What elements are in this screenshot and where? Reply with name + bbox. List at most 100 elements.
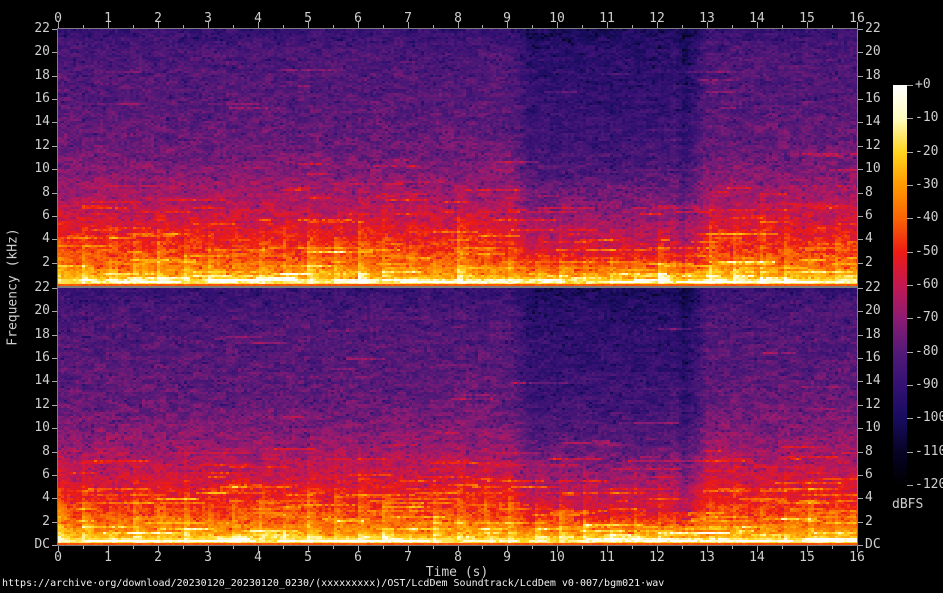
colorbar-tick-label: -60	[915, 277, 939, 292]
y-tick-label-right: 6	[865, 467, 873, 482]
x-axis-minor-tick	[433, 25, 434, 28]
y-axis-tick-left	[52, 216, 57, 217]
x-axis-minor-tick	[582, 25, 583, 28]
x-axis-minor-tick	[133, 25, 134, 28]
x-axis-minor-tick	[333, 25, 334, 28]
x-tick-label: 8	[454, 550, 462, 565]
spectrogram-canvas-left-channel	[58, 29, 857, 286]
colorbar-tick	[907, 152, 913, 153]
x-axis-minor-tick	[782, 546, 783, 549]
colorbar-tick	[907, 185, 913, 186]
spectrogram-canvas-right-channel	[58, 288, 857, 545]
colorbar-tick-label: -110	[915, 444, 943, 459]
y-axis-tick-left	[52, 29, 57, 30]
y-tick-label-left: 16	[34, 350, 50, 365]
y-axis-tick-left	[52, 475, 57, 476]
y-axis-tick-right	[858, 311, 863, 312]
x-axis-minor-tick	[832, 546, 833, 549]
y-tick-label-right: 12	[865, 138, 881, 153]
y-tick-label-right: 22	[865, 280, 881, 295]
y-tick-label-right: 22	[865, 21, 881, 36]
y-tick-label-right: 12	[865, 397, 881, 412]
x-tick-label: 7	[404, 11, 412, 26]
colorbar-tick	[907, 85, 913, 86]
colorbar-tick	[907, 118, 913, 119]
y-axis-tick-right	[858, 76, 863, 77]
x-tick-label: 1	[104, 11, 112, 26]
x-tick-label: 5	[304, 11, 312, 26]
x-axis-minor-tick	[233, 546, 234, 549]
colorbar-tick-label: -20	[915, 144, 939, 159]
x-tick-label: 15	[799, 550, 815, 565]
x-axis-minor-tick	[732, 546, 733, 549]
y-axis-tick-right	[858, 193, 863, 194]
y-tick-label-right: 18	[865, 327, 881, 342]
y-tick-label-right: 16	[865, 91, 881, 106]
colorbar-tick-label: -80	[915, 344, 939, 359]
y-axis-tick-left	[52, 335, 57, 336]
x-tick-label: 8	[454, 11, 462, 26]
y-axis-tick-right	[858, 522, 863, 523]
y-axis-tick-right	[858, 381, 863, 382]
y-axis-tick-left	[52, 311, 57, 312]
y-axis-tick-right	[858, 405, 863, 406]
x-tick-label: 9	[503, 550, 511, 565]
colorbar-tick-label: +0	[915, 77, 931, 92]
x-axis-minor-tick	[283, 546, 284, 549]
x-tick-label: 2	[154, 11, 162, 26]
y-axis-tick-right	[858, 545, 863, 546]
colorbar-tick	[907, 318, 913, 319]
colorbar-tick-label: -100	[915, 410, 943, 425]
colorbar-tick	[907, 352, 913, 353]
y-tick-label-left: 14	[34, 114, 50, 129]
y-axis-tick-right	[858, 216, 863, 217]
y-tick-label-right: 4	[865, 231, 873, 246]
x-tick-label: 11	[599, 550, 615, 565]
x-tick-label: 13	[699, 550, 715, 565]
colorbar-unit-label: dBFS	[892, 497, 924, 512]
x-tick-label: 14	[749, 11, 765, 26]
y-tick-label-left: 2	[42, 514, 50, 529]
x-axis-minor-tick	[582, 546, 583, 549]
y-tick-label-right: 2	[865, 514, 873, 529]
y-tick-label-right: 2	[865, 255, 873, 270]
x-axis-minor-tick	[632, 546, 633, 549]
x-tick-label: 4	[254, 11, 262, 26]
y-axis-tick-left	[52, 169, 57, 170]
x-axis-minor-tick	[782, 25, 783, 28]
x-axis-minor-tick	[632, 25, 633, 28]
x-tick-label: 11	[599, 11, 615, 26]
y-tick-label-left: 8	[42, 185, 50, 200]
colorbar-tick-label: -40	[915, 210, 939, 225]
y-axis-tick-right	[858, 452, 863, 453]
y-axis-tick-right	[858, 122, 863, 123]
y-tick-label-left: 6	[42, 467, 50, 482]
x-axis-minor-tick	[283, 25, 284, 28]
colorbar-tick	[907, 252, 913, 253]
y-axis-tick-right	[858, 498, 863, 499]
y-axis-tick-right	[858, 169, 863, 170]
y-axis-tick-left	[52, 288, 57, 289]
y-axis-tick-left	[52, 358, 57, 359]
x-axis-minor-tick	[133, 546, 134, 549]
x-tick-label: 6	[354, 550, 362, 565]
source-url-text: https://archive·org/download/20230120_20…	[2, 578, 665, 589]
y-tick-label-left: 6	[42, 208, 50, 223]
y-tick-label-right: 10	[865, 161, 881, 176]
colorbar-tick-label: -10	[915, 110, 939, 125]
x-axis-minor-tick	[682, 546, 683, 549]
x-tick-label: 0	[54, 11, 62, 26]
y-tick-label-left: DC	[34, 537, 50, 552]
colorbar-tick-label: -90	[915, 377, 939, 392]
y-axis-tick-right	[858, 358, 863, 359]
y-axis-tick-right	[858, 29, 863, 30]
y-tick-label-right: 8	[865, 185, 873, 200]
x-tick-label: 9	[503, 11, 511, 26]
x-axis-minor-tick	[482, 546, 483, 549]
colorbar-tick-label: -120	[915, 477, 943, 492]
y-tick-label-left: 4	[42, 490, 50, 505]
y-tick-label-left: 8	[42, 444, 50, 459]
y-tick-label-right: 8	[865, 444, 873, 459]
y-tick-label-left: 12	[34, 138, 50, 153]
x-tick-label: 3	[204, 11, 212, 26]
